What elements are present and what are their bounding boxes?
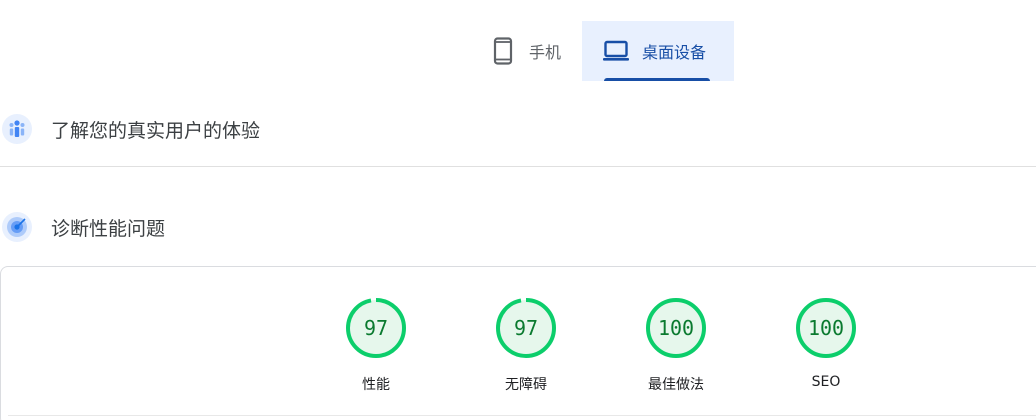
user-experience-icon — [1, 113, 33, 145]
score-label: 最佳做法 — [648, 377, 704, 393]
section-real-user-experience[interactable]: 了解您的真实用户的体验 — [0, 104, 1036, 167]
section-diagnose-performance[interactable]: 诊断性能问题 — [0, 202, 1036, 252]
section-title: 了解您的真实用户的体验 — [51, 119, 261, 142]
score-label: 无障碍 — [505, 377, 547, 393]
score-value: 100 — [657, 316, 695, 340]
score-label: 性能 — [362, 377, 390, 393]
score-gauge-best-practices[interactable]: 100 最佳做法 — [646, 298, 706, 394]
tab-desktop-label: 桌面设备 — [642, 43, 707, 62]
score-gauge-accessibility[interactable]: 97 无障碍 — [496, 298, 556, 394]
section-title: 诊断性能问题 — [51, 217, 166, 240]
pagespeed-report: 手机 桌面设备 了解您的真实用户的体验 诊断性能问题 97 性能 97 无障碍 … — [0, 0, 1036, 420]
tab-desktop[interactable]: 桌面设备 — [582, 21, 734, 81]
score-value: 97 — [513, 316, 539, 340]
score-label: SEO — [811, 374, 841, 390]
score-gauge-seo[interactable]: 100 SEO — [796, 298, 856, 390]
score-value: 97 — [363, 316, 389, 340]
device-tabs: 手机 桌面设备 — [474, 21, 734, 81]
tab-mobile-label: 手机 — [529, 43, 562, 62]
laptop-icon — [602, 37, 630, 65]
score-gauge-performance[interactable]: 97 性能 — [346, 298, 406, 394]
card-divider — [8, 415, 1036, 416]
tab-mobile[interactable]: 手机 — [474, 21, 582, 81]
score-value: 100 — [807, 316, 845, 340]
diagnose-icon — [1, 211, 33, 243]
smartphone-icon — [489, 37, 517, 65]
